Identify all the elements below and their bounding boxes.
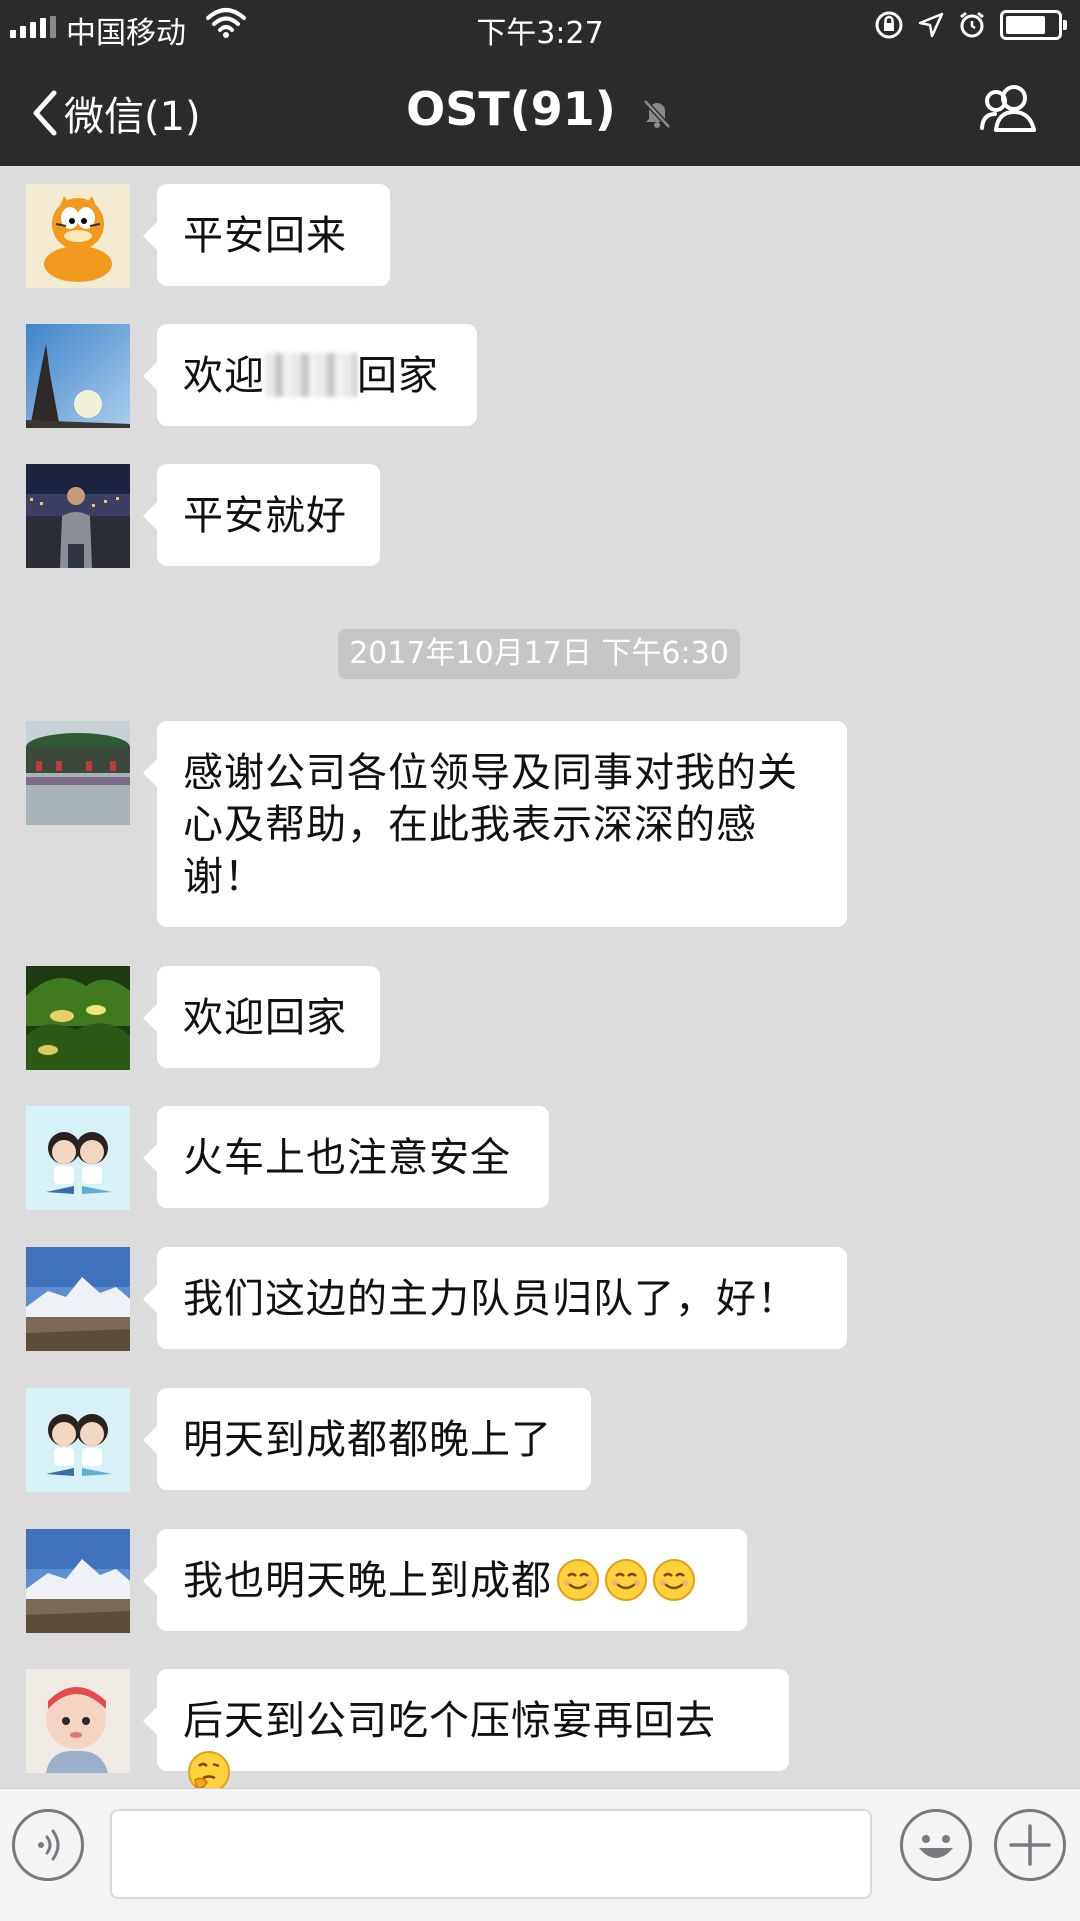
- message-bubble[interactable]: 平安就好: [143, 464, 380, 566]
- cartoon-couple-avatar[interactable]: [26, 1388, 130, 1492]
- emoji-group: [552, 1558, 696, 1604]
- chat-area[interactable]: 平安回来 欢迎 回家 平安就好 2017年10月17日 下午6:30 感谢公司各…: [0, 166, 1080, 1793]
- message-bubble[interactable]: 我们这边的主力队员归队了，好！: [143, 1247, 847, 1349]
- message-bubble[interactable]: 后天到公司吃个压惊宴再回去: [143, 1669, 789, 1793]
- man-night-city-avatar[interactable]: [26, 464, 130, 568]
- baby-avatar[interactable]: [26, 1669, 130, 1773]
- message-text: 平安回来: [183, 213, 347, 259]
- snow-mountain-avatar[interactable]: [26, 1247, 130, 1351]
- message-bubble[interactable]: 感谢公司各位领导及同事对我的关心及帮助，在此我表示深深的感谢！: [143, 721, 847, 927]
- pavilion-avatar[interactable]: [26, 721, 130, 825]
- message-text: 我也明天晚上到成都: [183, 1558, 552, 1604]
- battery-icon: [1000, 10, 1067, 40]
- nav-bar: 微信(1) OST(91): [0, 54, 1080, 166]
- smiling-face-icon: [557, 1559, 599, 1601]
- location-icon: [918, 12, 944, 38]
- fish-tank-avatar[interactable]: [26, 966, 130, 1070]
- message-input[interactable]: [110, 1809, 872, 1899]
- message-text-after: 回家: [357, 353, 439, 399]
- chat-title-text: OST(91): [406, 82, 616, 136]
- status-bar: 中国移动 下午3:27: [0, 0, 1080, 54]
- message-bubble[interactable]: 欢迎 回家: [143, 324, 477, 426]
- message-text: 后天到公司吃个压惊宴再回去: [183, 1698, 716, 1744]
- message-text: 感谢公司各位领导及同事对我的关心及帮助，在此我表示深深的感谢！: [183, 750, 798, 900]
- smiling-face-icon: [605, 1559, 647, 1601]
- garfield-avatar[interactable]: [26, 184, 130, 288]
- input-bar: [0, 1788, 1080, 1921]
- message-bubble[interactable]: 火车上也注意安全: [143, 1106, 549, 1208]
- voice-icon: [38, 1829, 60, 1861]
- message-bubble[interactable]: 明天到成都都晚上了: [143, 1388, 591, 1490]
- message-text: 欢迎回家: [183, 995, 347, 1041]
- message-text: 平安就好: [183, 493, 347, 539]
- mute-icon: [643, 98, 671, 129]
- alarm-icon: [960, 11, 984, 38]
- timestamp: 2017年10月17日 下午6:30: [338, 629, 740, 679]
- top-bar: 中国移动 下午3:27 微信(1) OST(91): [0, 0, 1080, 166]
- rotation-lock-icon: [875, 11, 903, 39]
- message-text: 明天到成都都晚上了: [183, 1417, 552, 1463]
- message-text: 我们这边的主力队员归队了，好！: [183, 1276, 798, 1322]
- message-text: 火车上也注意安全: [183, 1135, 511, 1181]
- smiling-face-icon: [653, 1559, 695, 1601]
- status-icons: [874, 10, 1067, 40]
- emoji-button[interactable]: [900, 1809, 972, 1881]
- cartoon-couple-avatar[interactable]: [26, 1106, 130, 1210]
- emoji-icon: [919, 1835, 953, 1858]
- blurred-name: [265, 353, 357, 397]
- eiffel-tower-avatar[interactable]: [26, 324, 130, 428]
- message-bubble[interactable]: 欢迎回家: [143, 966, 380, 1068]
- message-bubble[interactable]: 我也明天晚上到成都: [143, 1529, 747, 1631]
- group-members-icon[interactable]: [978, 84, 1040, 132]
- plus-icon: [1009, 1824, 1051, 1866]
- chat-title: OST(91): [0, 82, 1080, 136]
- message-text: 欢迎: [183, 353, 265, 399]
- snow-mountain-avatar[interactable]: [26, 1529, 130, 1633]
- message-bubble[interactable]: 平安回来: [143, 184, 390, 286]
- voice-button[interactable]: [12, 1809, 84, 1881]
- plus-button[interactable]: [994, 1809, 1066, 1881]
